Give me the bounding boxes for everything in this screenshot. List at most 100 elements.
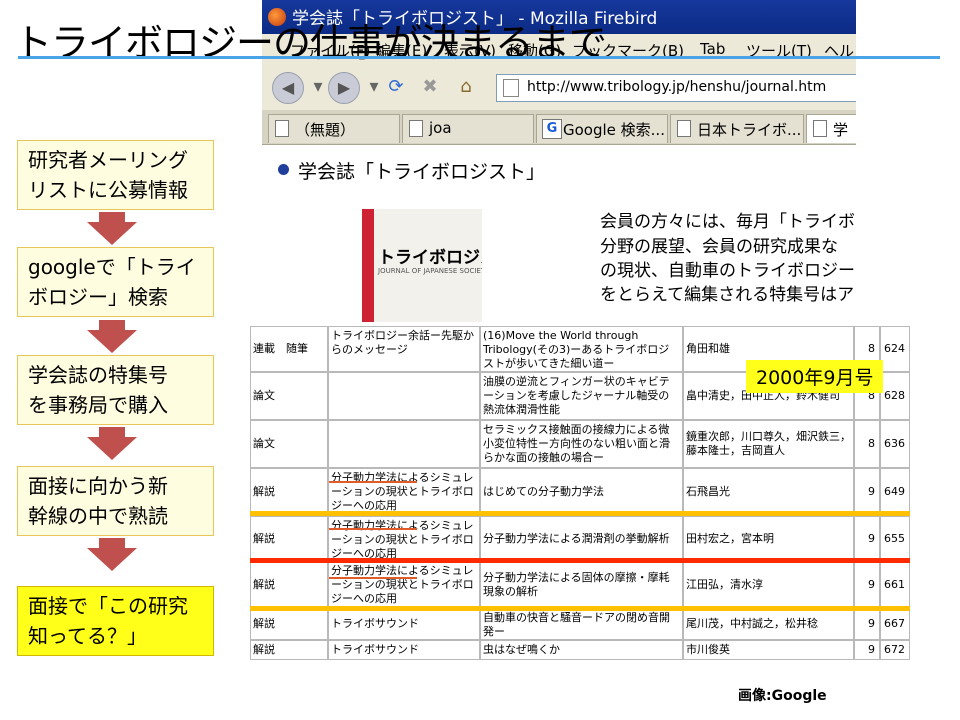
down-arrow-icon [87,320,137,353]
cell-series [328,420,480,468]
cell-series: トライボサウンド [328,640,480,660]
forward-arrow-icon[interactable]: ▶ [328,72,360,104]
cell-series: トライボサウンド [328,608,480,640]
tab-joa[interactable]: joa [402,114,534,143]
cell-authors: 鏡重次郎，川口尊久，畑沢鉄三，藤本隆士，吉岡直人 [683,420,854,468]
cell-authors: 尾川茂，中村誠之，松井稔 [683,608,854,640]
cell-series: トライボロジー余話ー先駆からのメッセージ [328,326,480,372]
url-field[interactable]: http://www.tribology.jp/henshu/journal.h… [496,74,856,102]
step-box-4: 面接に向かう新 幹線の中で熟読 [17,466,214,536]
journal-cover-title: トライボロジスト [378,248,482,268]
cell-page: 655 [880,516,910,561]
cell-page: 661 [880,561,910,608]
step-2-line-2: ボロジー」検索 [28,285,168,309]
cell-page: 628 [880,372,910,420]
step-box-1: 研究者メーリング リストに公募情報 [17,140,214,210]
highlight-line-red [250,558,910,563]
cell-type: 解説 [250,516,328,561]
document-icon [409,120,423,137]
document-icon [677,120,691,137]
step-3-line-2: を事務局で購入 [28,393,168,417]
cell-series [328,372,480,420]
cell-issue: 9 [854,561,880,608]
down-arrow-icon [87,212,137,245]
step-5-line-1: 面接で「この研究 [28,594,188,618]
step-3-line-1: 学会誌の特集号 [28,363,168,387]
cell-page: 624 [880,326,910,372]
cell-series: 分子動力学法によるシミュレーションの現状とトライボロジーへの応用 [328,561,480,608]
cell-title: はじめての分子動力学法 [480,468,683,516]
cell-authors: 市川俊英 [683,640,854,660]
journal-cover-subtitle: JOURNAL OF JAPANESE SOCIETY OF TRIBOLOGI… [378,267,482,275]
step-1-line-2: リストに公募情報 [28,178,188,202]
cell-issue: 9 [854,516,880,561]
page-content: 学会誌「トライボロジスト」 トライボロジスト JOURNAL OF JAPANE… [262,145,856,322]
title-underline [18,56,940,59]
tab-label: （無題） [295,121,356,139]
cell-type: 解説 [250,640,328,660]
tab-label: 学 [833,121,849,139]
cell-page: 636 [880,420,910,468]
google-icon: G [542,119,562,139]
tab-tribology-society[interactable]: 日本トライボ... [670,114,804,143]
home-icon[interactable]: ⌂ [454,75,478,99]
tab-label: Google 検索... [563,121,665,139]
step-1-line-1: 研究者メーリング [28,148,188,172]
journal-cover[interactable]: トライボロジスト JOURNAL OF JAPANESE SOCIETY OF … [362,209,482,322]
cell-title: 自動車の快音と騒音ードアの閉め音開発ー [480,608,683,640]
cell-title: 油膜の逆流とフィンガー状のキャビテーションを考慮したジャーナル軸受の熱流体潤滑性… [480,372,683,420]
browser-tabbar: （無題） joa G Google 検索... 日本トライボ... 学 [262,110,856,145]
year-badge: 2000年9月号 [746,360,884,393]
cell-title: (16)Move the World through Tribology(その3… [480,326,683,372]
bullet-icon [278,164,289,175]
url-text: http://www.tribology.jp/henshu/journal.h… [527,79,827,95]
browser-navbar: ◀ ▾ ▶ ▾ ⟳ ✖ ⌂ http://www.tribology.jp/he… [262,64,856,111]
cell-type: 論文 [250,420,328,468]
cell-type: 解説 [250,561,328,608]
back-arrow-icon[interactable]: ◀ [272,72,304,104]
cell-title: 虫はなぜ鳴くか [480,640,683,660]
cell-type: 連載 随筆 [250,326,328,372]
reload-icon[interactable]: ⟳ [384,75,408,99]
document-icon [275,120,289,137]
underline-mark [329,577,417,579]
intro-line-4: をとらえて編集される特集号はア [600,285,855,305]
cell-authors: 江田弘，清水淳 [683,561,854,608]
tab-journal[interactable]: 学 [806,114,856,143]
forward-dropdown-icon[interactable]: ▾ [362,75,386,99]
cell-issue: 9 [854,640,880,660]
step-2-line-1: googleで「トライ [28,255,196,279]
page-heading: 学会誌「トライボロジスト」 [298,161,546,183]
back-dropdown-icon[interactable]: ▾ [306,75,330,99]
cell-type: 論文 [250,372,328,420]
cell-type: 解説 [250,608,328,640]
document-icon [813,120,827,137]
down-arrow-icon [87,427,137,460]
tab-google-search[interactable]: G Google 検索... [536,114,668,143]
cell-title: セラミックス接触面の接線力による微小変位特性ー方向性のない粗い面と滑らかな面の接… [480,420,683,468]
cell-type: 解説 [250,468,328,516]
highlight-line-orange [250,606,910,611]
step-box-3: 学会誌の特集号 を事務局で購入 [17,355,214,425]
underline-mark [329,481,417,483]
cell-issue: 8 [854,420,880,468]
page-icon [503,79,519,97]
cell-title: 分子動力学法による固体の摩擦・摩耗現象の解析 [480,561,683,608]
cell-page: 667 [880,608,910,640]
tab-label: joa [429,119,452,137]
intro-line-1: 会員の方々には、毎月「トライボロ [600,212,856,232]
step-box-2: googleで「トライ ボロジー」検索 [17,247,214,317]
cell-page: 649 [880,468,910,516]
image-credit: 画像:Google [738,688,827,704]
step-4-line-2: 幹線の中で熟読 [28,504,168,528]
cover-stripe [362,209,374,322]
cell-series: 分子動力学法によるシミュレーションの現状とトライボロジーへの応用 [328,516,480,561]
step-box-5: 面接で「この研究 知ってる？」 [17,586,214,656]
stop-icon[interactable]: ✖ [418,75,442,99]
tab-untitled[interactable]: （無題） [268,114,400,143]
down-arrow-icon [87,538,137,571]
cell-series: 分子動力学法によるシミュレーションの現状とトライボロジーへの応用 [328,468,480,516]
intro-line-3: の現状、自動車のトライボロジー [600,261,855,281]
cell-issue: 9 [854,468,880,516]
cell-authors: 田村宏之，宮本明 [683,516,854,561]
